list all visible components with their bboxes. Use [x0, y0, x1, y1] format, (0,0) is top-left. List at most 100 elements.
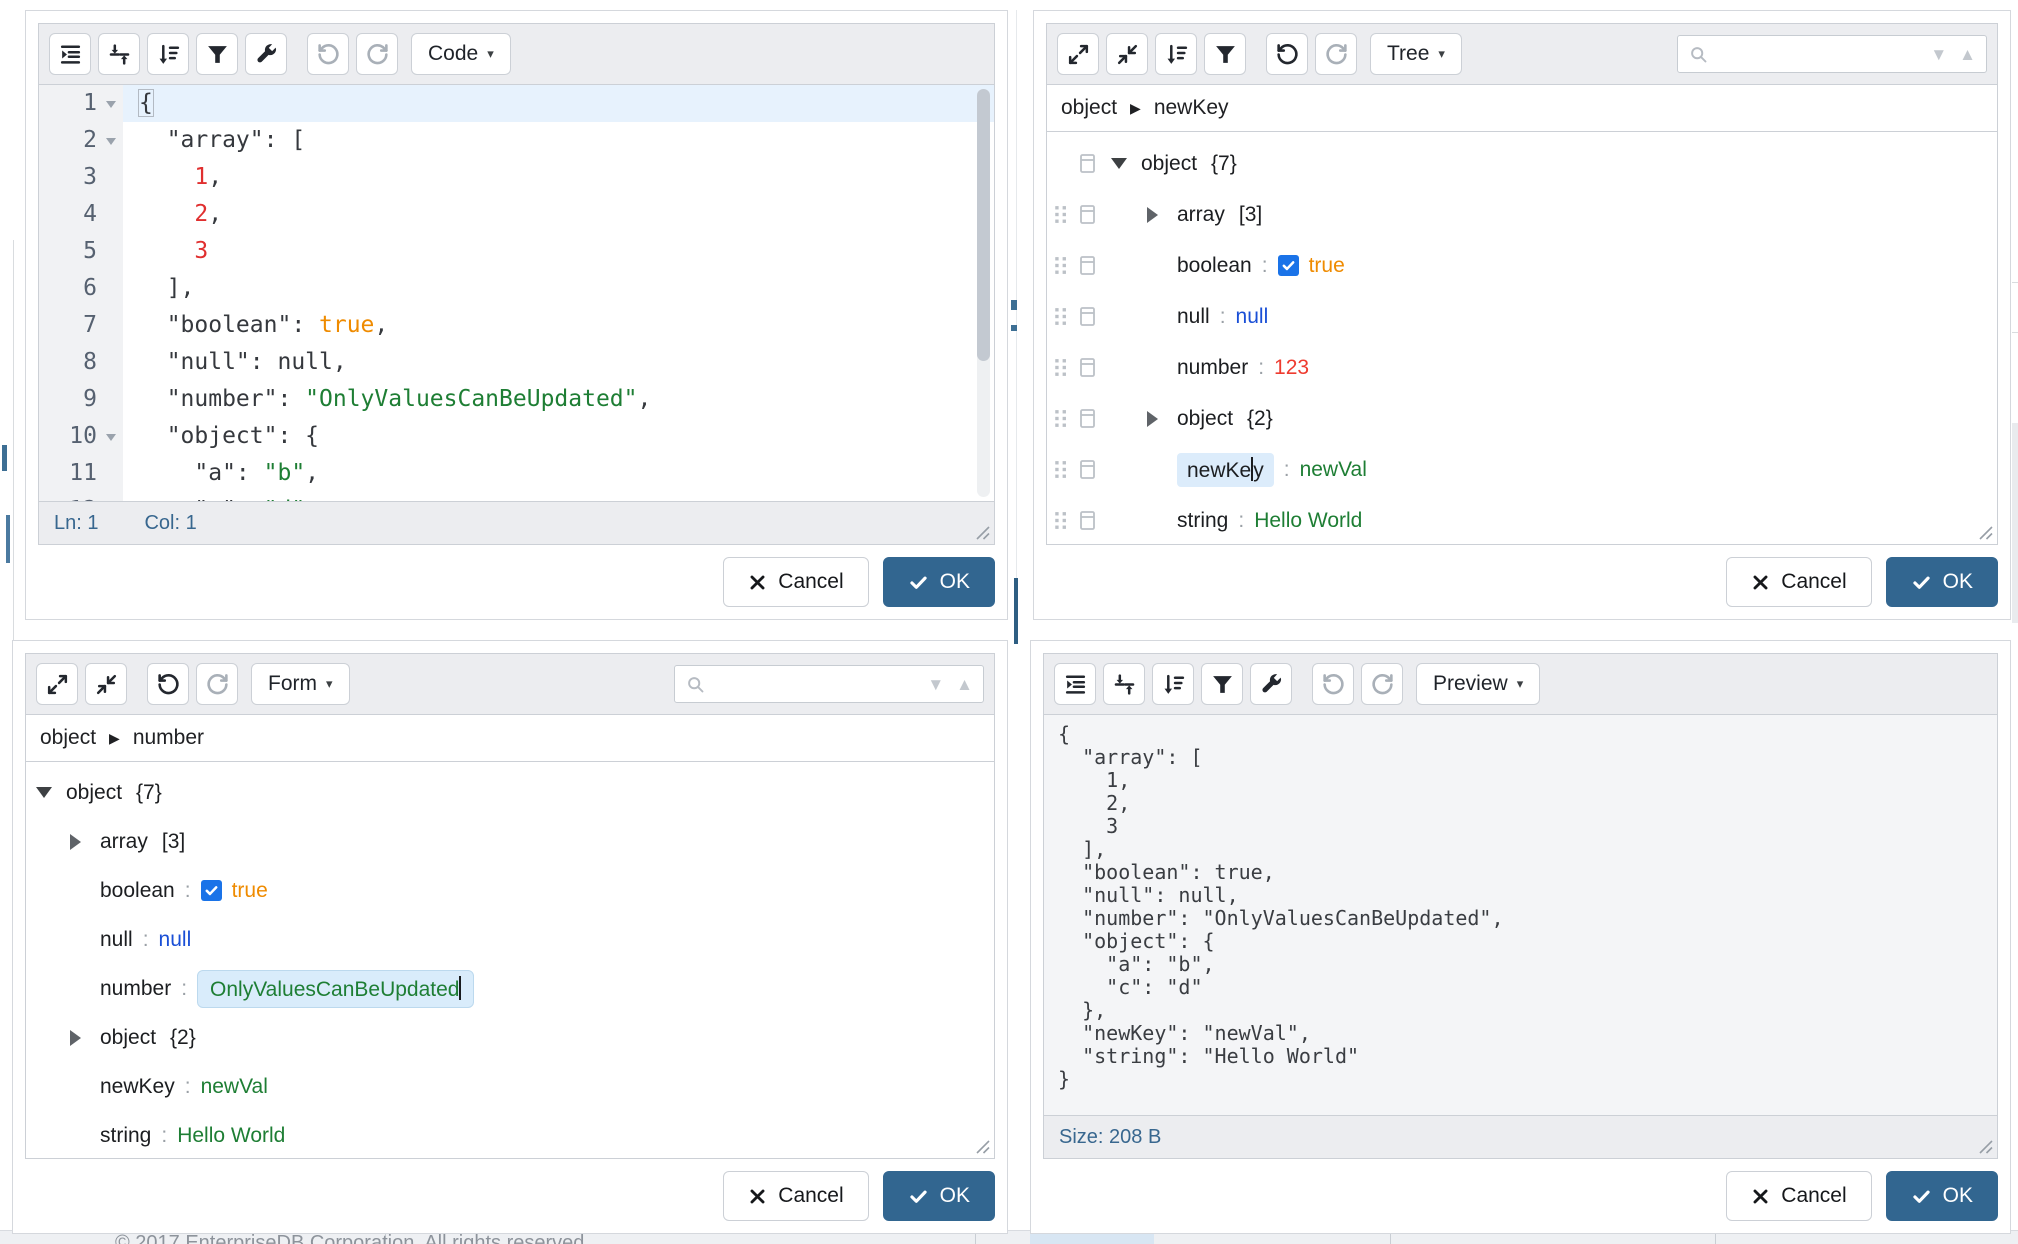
- transform-icon[interactable]: [1201, 663, 1243, 705]
- collapse-node-icon[interactable]: [1111, 158, 1141, 169]
- ok-button[interactable]: OK: [883, 1171, 995, 1221]
- collapse-node-icon[interactable]: [36, 787, 66, 798]
- sort-icon[interactable]: [1152, 663, 1194, 705]
- resize-handle-icon[interactable]: [974, 524, 991, 541]
- sort-icon[interactable]: [1155, 33, 1197, 75]
- cancel-button[interactable]: Cancel: [723, 557, 868, 607]
- node-name[interactable]: object: [1177, 407, 1233, 431]
- node-name[interactable]: object: [1141, 152, 1197, 176]
- node-value[interactable]: Hello World: [177, 1124, 285, 1148]
- cancel-button[interactable]: Cancel: [1726, 1171, 1871, 1221]
- node-value[interactable]: 123: [1274, 356, 1309, 380]
- drag-handle-icon[interactable]: [1053, 255, 1077, 276]
- cancel-button[interactable]: Cancel: [1726, 557, 1871, 607]
- drag-handle-icon[interactable]: [1053, 459, 1077, 480]
- repair-icon[interactable]: [1250, 663, 1292, 705]
- node-name[interactable]: string: [1177, 509, 1228, 533]
- node-actions-menu-icon[interactable]: [1077, 152, 1111, 176]
- ok-button[interactable]: OK: [1886, 1171, 1998, 1221]
- mode-switcher-button[interactable]: Code ▾: [411, 33, 511, 75]
- node-name: newKey: [100, 1075, 175, 1099]
- node-name: object: [66, 781, 122, 805]
- transform-icon[interactable]: [196, 33, 238, 75]
- drag-handle-icon[interactable]: [1053, 408, 1077, 429]
- node-actions-menu-icon[interactable]: [1077, 407, 1111, 431]
- boolean-checkbox[interactable]: [1278, 255, 1299, 276]
- format-icon[interactable]: [49, 33, 91, 75]
- search-input[interactable]: [714, 672, 919, 697]
- node-value[interactable]: true: [232, 879, 268, 903]
- code-token: [139, 164, 194, 190]
- dialog-footer: Cancel OK: [25, 1159, 995, 1221]
- node-name[interactable]: number: [1177, 356, 1248, 380]
- node-actions-menu-icon[interactable]: [1077, 305, 1111, 329]
- breadcrumb-root[interactable]: object: [1061, 96, 1117, 120]
- node-name[interactable]: newKey: [1177, 453, 1274, 487]
- expand-node-icon[interactable]: [70, 1030, 100, 1046]
- drag-handle-icon[interactable]: [1053, 204, 1077, 225]
- code-editor-area[interactable]: 1{2 "array": [3 1,4 2,5 36 ],7 "boolean"…: [39, 85, 994, 501]
- format-icon[interactable]: [1054, 663, 1096, 705]
- mode-switcher-button[interactable]: Preview ▾: [1416, 663, 1540, 705]
- node-actions-menu-icon[interactable]: [1077, 458, 1111, 482]
- undo-icon[interactable]: [147, 663, 189, 705]
- node-value[interactable]: Hello World: [1254, 509, 1362, 533]
- search-input[interactable]: [1717, 42, 1922, 67]
- repair-icon[interactable]: [245, 33, 287, 75]
- expand-node-icon[interactable]: [1147, 411, 1177, 427]
- vertical-scrollbar[interactable]: [977, 89, 990, 497]
- node-value[interactable]: null: [159, 928, 192, 952]
- json-editor-dialog-form: Form ▾ ▼▲ object ▶ number object{7}array…: [12, 640, 1008, 1234]
- expand-node-icon[interactable]: [1147, 207, 1177, 223]
- ok-button[interactable]: OK: [883, 557, 995, 607]
- fold-toggle-icon[interactable]: [106, 434, 116, 441]
- expand-icon[interactable]: [36, 663, 78, 705]
- search-next-icon[interactable]: ▼: [927, 676, 944, 693]
- collapse-icon[interactable]: [1106, 33, 1148, 75]
- breadcrumb-root[interactable]: object: [40, 726, 96, 750]
- node-name[interactable]: boolean: [1177, 254, 1252, 278]
- sort-icon[interactable]: [147, 33, 189, 75]
- collapse-icon[interactable]: [85, 663, 127, 705]
- colon-separator: :: [161, 1124, 167, 1148]
- node-actions-menu-icon[interactable]: [1077, 509, 1111, 533]
- mode-switcher-button[interactable]: Form ▾: [251, 663, 350, 705]
- search-prev-icon[interactable]: ▲: [956, 676, 973, 693]
- breadcrumb-current[interactable]: newKey: [1154, 96, 1229, 120]
- drag-handle-icon[interactable]: [1053, 357, 1077, 378]
- drag-handle-icon[interactable]: [1053, 306, 1077, 327]
- expand-icon[interactable]: [1057, 33, 1099, 75]
- search-next-icon[interactable]: ▼: [1930, 46, 1947, 63]
- node-actions-menu-icon[interactable]: [1077, 356, 1111, 380]
- node-actions-menu-icon[interactable]: [1077, 203, 1111, 227]
- node-value[interactable]: OnlyValuesCanBeUpdated: [197, 970, 474, 1008]
- node-name[interactable]: array: [1177, 203, 1225, 227]
- breadcrumb-current[interactable]: number: [133, 726, 204, 750]
- boolean-checkbox[interactable]: [201, 880, 222, 901]
- scrollbar-thumb[interactable]: [977, 89, 990, 361]
- cancel-button[interactable]: Cancel: [723, 1171, 868, 1221]
- node-value[interactable]: true: [1309, 254, 1345, 278]
- transform-icon[interactable]: [1204, 33, 1246, 75]
- fold-toggle-icon[interactable]: [106, 138, 116, 145]
- node-name[interactable]: null: [1177, 305, 1210, 329]
- expand-node-icon[interactable]: [70, 834, 100, 850]
- compact-icon[interactable]: [1103, 663, 1145, 705]
- node-actions-menu-icon[interactable]: [1077, 254, 1111, 278]
- code-token: "null": null,: [139, 349, 347, 375]
- ok-button[interactable]: OK: [1886, 557, 1998, 607]
- undo-icon[interactable]: [1266, 33, 1308, 75]
- mode-switcher-button[interactable]: Tree ▾: [1370, 33, 1462, 75]
- fold-toggle-icon[interactable]: [106, 101, 116, 108]
- chevron-down-icon: ▾: [1517, 676, 1524, 692]
- resize-handle-icon[interactable]: [1977, 1138, 1994, 1155]
- compact-icon[interactable]: [98, 33, 140, 75]
- mode-label: Form: [268, 672, 317, 696]
- resize-handle-icon[interactable]: [1977, 524, 1994, 541]
- search-prev-icon[interactable]: ▲: [1959, 46, 1976, 63]
- drag-handle-icon[interactable]: [1053, 510, 1077, 531]
- node-value[interactable]: newVal: [201, 1075, 268, 1099]
- resize-handle-icon[interactable]: [974, 1138, 991, 1155]
- node-value[interactable]: null: [1236, 305, 1269, 329]
- node-value[interactable]: newVal: [1300, 458, 1367, 482]
